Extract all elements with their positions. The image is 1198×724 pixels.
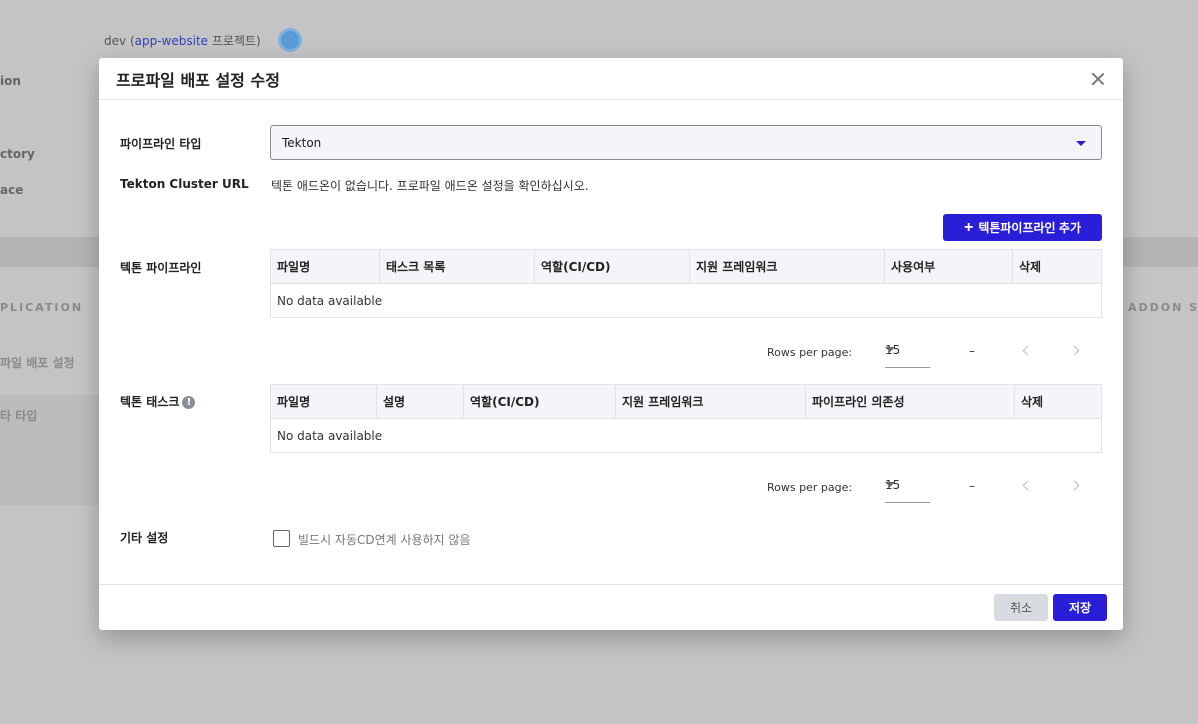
other-settings-label: 기타 설정 [120,531,169,545]
chevron-right-icon[interactable] [1071,479,1081,491]
add-pipeline-button[interactable]: + 텍톤파이프라인 추가 [943,214,1102,241]
disable-auto-cd-label[interactable]: 빌드시 자동CD연계 사용하지 않음 [298,531,471,548]
column-header[interactable]: 파이프라인 의존성 [805,384,1015,419]
rows-per-page-select[interactable]: 15 [885,469,930,503]
column-header[interactable]: 사용여부 [884,249,1013,284]
rows-per-page-label: Rows per page: [767,481,853,494]
chevron-left-icon[interactable] [1021,479,1031,491]
breadcrumb-link: app-website [134,34,209,48]
pipeline-type-label: 파이프라인 타입 [120,137,202,151]
close-icon[interactable] [1089,70,1107,88]
background-breadcrumb: dev (app-website 프로젝트) [104,34,261,48]
background-side-item: ion [0,74,21,88]
pipeline-type-value: Tekton [282,135,322,150]
column-header[interactable]: 삭제 [1014,384,1102,419]
plus-icon: + [963,218,974,236]
modal-footer: 취소 저장 [99,584,1123,630]
empty-state-text: No data available [277,293,383,308]
task-table: 파일명 설명 역할(CI/CD) 지원 프레임워크 파이프라인 의존성 삭제 N… [270,384,1102,453]
column-header[interactable]: 태스크 목록 [379,249,535,284]
background-section-label: ADDON SET [1128,301,1198,314]
task-section-label-text: 텍톤 태스크 [120,395,180,409]
pipeline-table: 파일명 태스크 목록 역할(CI/CD) 지원 프레임워크 사용여부 삭제 No… [270,249,1102,318]
chevron-down-icon [885,347,895,352]
disable-auto-cd-checkbox[interactable] [273,530,290,547]
table-row: No data available [271,284,1102,318]
background-section-label: PLICATION [0,301,84,314]
chevron-down-icon [1076,141,1086,146]
column-header[interactable]: 지원 프레임워크 [615,384,806,419]
table-header-row: 파일명 태스크 목록 역할(CI/CD) 지원 프레임워크 사용여부 삭제 [270,249,1102,284]
column-header[interactable]: 지원 프레임워크 [689,249,885,284]
modal-header: 프로파일 배포 설정 수정 [99,58,1123,100]
breadcrumb-prefix: dev [104,34,127,48]
background-settings-icon [278,28,302,52]
background-side-item: ace [0,183,24,197]
cancel-button[interactable]: 취소 [994,594,1048,621]
chevron-down-icon [885,482,895,487]
task-pagination: Rows per page: 15 – [767,469,1103,503]
table-header-row: 파일명 설명 역할(CI/CD) 지원 프레임워크 파이프라인 의존성 삭제 [270,384,1102,419]
background-sub-label: 타 타입 [0,409,38,423]
background-side-item: ctory [0,147,35,161]
pipeline-pagination: Rows per page: 15 – [767,334,1103,368]
pipeline-section-label: 텍톤 파이프라인 [120,261,202,275]
chevron-left-icon[interactable] [1021,344,1031,356]
column-header[interactable]: 역할(CI/CD) [463,384,616,419]
rows-per-page-label: Rows per page: [767,346,853,359]
empty-state-text: No data available [277,428,383,443]
column-header[interactable]: 설명 [376,384,464,419]
add-pipeline-label: 텍톤파이프라인 추가 [978,221,1082,235]
column-header[interactable]: 삭제 [1012,249,1102,284]
save-button[interactable]: 저장 [1053,594,1107,621]
info-icon[interactable]: ! [182,396,196,409]
task-section-label: 텍톤 태스크! [120,393,196,410]
pipeline-type-select[interactable]: Tekton [270,125,1102,160]
cluster-url-message: 텍톤 애드온이 없습니다. 프로파일 애드온 설정을 확인하십시오. [271,179,589,193]
chevron-right-icon[interactable] [1071,344,1081,356]
cluster-url-label: Tekton Cluster URL [120,177,249,191]
rows-per-page-select[interactable]: 15 [885,334,930,368]
page-range: – [969,479,975,493]
table-row: No data available [271,419,1102,453]
column-header[interactable]: 파일명 [270,384,377,419]
breadcrumb-suffix: 프로젝트 [211,34,257,48]
modal-title: 프로파일 배포 설정 수정 [116,70,280,90]
page-range: – [969,344,975,358]
column-header[interactable]: 파일명 [270,249,380,284]
edit-profile-deploy-modal: 프로파일 배포 설정 수정 파이프라인 타입 Tekton Tekton Clu… [99,58,1123,630]
background-sub-label: 파일 배포 설정 [0,356,75,370]
column-header[interactable]: 역할(CI/CD) [534,249,690,284]
